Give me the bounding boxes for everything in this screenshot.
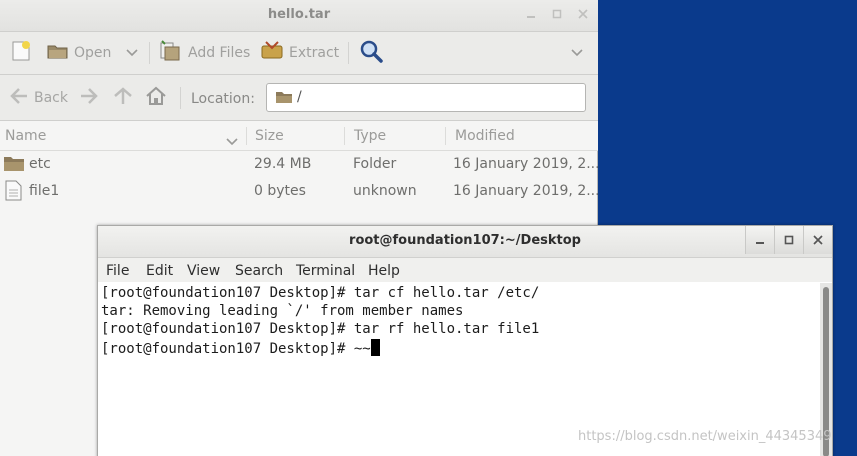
terminal-menubar: File Edit View Search Terminal Help <box>98 258 832 282</box>
row-size: 0 bytes <box>254 183 306 199</box>
add-files-button[interactable]: Add Files <box>159 40 250 66</box>
menu-file[interactable]: File <box>106 263 129 279</box>
watermark-text: https://blog.csdn.net/weixin_44345349 <box>578 429 832 444</box>
table-row[interactable]: file1 0 bytes unknown 16 January 2019, 2… <box>0 178 600 206</box>
terminal-cursor <box>370 339 380 356</box>
home-icon <box>145 86 167 110</box>
folder-icon <box>3 153 25 177</box>
maximize-icon[interactable] <box>550 7 564 21</box>
terminal-prompt-line: [root@foundation107 Desktop]# ~~ <box>101 341 371 357</box>
open-archive-icon <box>47 41 69 65</box>
menu-terminal[interactable]: Terminal <box>296 263 355 279</box>
back-label: Back <box>34 90 68 106</box>
home-button[interactable] <box>145 85 167 111</box>
terminal-titlebar[interactable]: root@foundation107:~/Desktop <box>98 226 832 258</box>
location-label: Location: <box>191 91 255 107</box>
file-icon <box>5 180 23 206</box>
add-files-icon <box>159 40 183 66</box>
folder-icon <box>275 89 293 109</box>
column-header-size[interactable]: Size <box>255 128 284 144</box>
close-icon[interactable] <box>803 226 832 254</box>
new-archive-icon <box>10 40 32 66</box>
row-name: etc <box>29 156 51 172</box>
archive-titlebar[interactable]: hello.tar <box>0 0 598 32</box>
terminal-line: [root@foundation107 Desktop]# tar cf hel… <box>101 285 540 301</box>
chevron-down-icon[interactable] <box>126 45 138 61</box>
terminal-window: root@foundation107:~/Desktop File Edit V… <box>97 225 833 456</box>
row-modified: 16 January 2019, 2... <box>453 156 600 172</box>
column-header-name[interactable]: Name <box>5 128 46 144</box>
archive-window-title: hello.tar <box>267 7 331 22</box>
extract-icon <box>260 40 284 66</box>
row-type: Folder <box>353 156 397 172</box>
terminal-line: [root@foundation107 Desktop]# tar rf hel… <box>101 321 540 337</box>
open-label: Open <box>74 45 112 61</box>
forward-button[interactable] <box>78 85 100 111</box>
sort-chevron-icon[interactable] <box>226 131 238 150</box>
row-modified: 16 January 2019, 2... <box>453 183 600 199</box>
search-icon <box>359 39 383 67</box>
menu-search[interactable]: Search <box>235 263 283 279</box>
table-row[interactable]: etc 29.4 MB Folder 16 January 2019, 2... <box>0 151 600 178</box>
back-button[interactable]: Back <box>8 85 68 111</box>
minimize-icon[interactable] <box>745 226 774 254</box>
up-button[interactable] <box>112 85 134 111</box>
row-type: unknown <box>353 183 417 199</box>
terminal-window-title: root@foundation107:~/Desktop <box>349 233 581 248</box>
arrow-left-icon <box>8 86 30 110</box>
menu-view[interactable]: View <box>187 263 220 279</box>
minimize-icon[interactable] <box>524 7 538 21</box>
location-path: / <box>297 89 302 105</box>
file-list-header: Name Size Type Modified <box>0 121 598 151</box>
toolbar-overflow-button[interactable] <box>571 40 583 66</box>
search-button[interactable] <box>359 40 383 66</box>
extract-label: Extract <box>289 45 340 61</box>
menu-help[interactable]: Help <box>368 263 400 279</box>
archive-toolbar: Open Add Files Extract <box>0 32 598 75</box>
arrow-right-icon <box>78 86 100 110</box>
extract-button[interactable]: Extract <box>260 40 339 66</box>
add-files-label: Add Files <box>188 45 251 61</box>
new-archive-button[interactable] <box>10 40 32 66</box>
close-icon[interactable] <box>576 7 590 21</box>
column-header-modified[interactable]: Modified <box>455 128 515 144</box>
row-size: 29.4 MB <box>254 156 312 172</box>
terminal-line: tar: Removing leading `/' from member na… <box>101 303 464 319</box>
chevron-down-icon <box>571 45 583 61</box>
row-name: file1 <box>29 183 60 199</box>
menu-edit[interactable]: Edit <box>146 263 173 279</box>
arrow-up-icon <box>112 86 134 110</box>
column-header-type[interactable]: Type <box>354 128 386 144</box>
location-input[interactable]: / <box>266 83 586 112</box>
open-button[interactable]: Open <box>47 40 138 66</box>
maximize-icon[interactable] <box>774 226 803 254</box>
